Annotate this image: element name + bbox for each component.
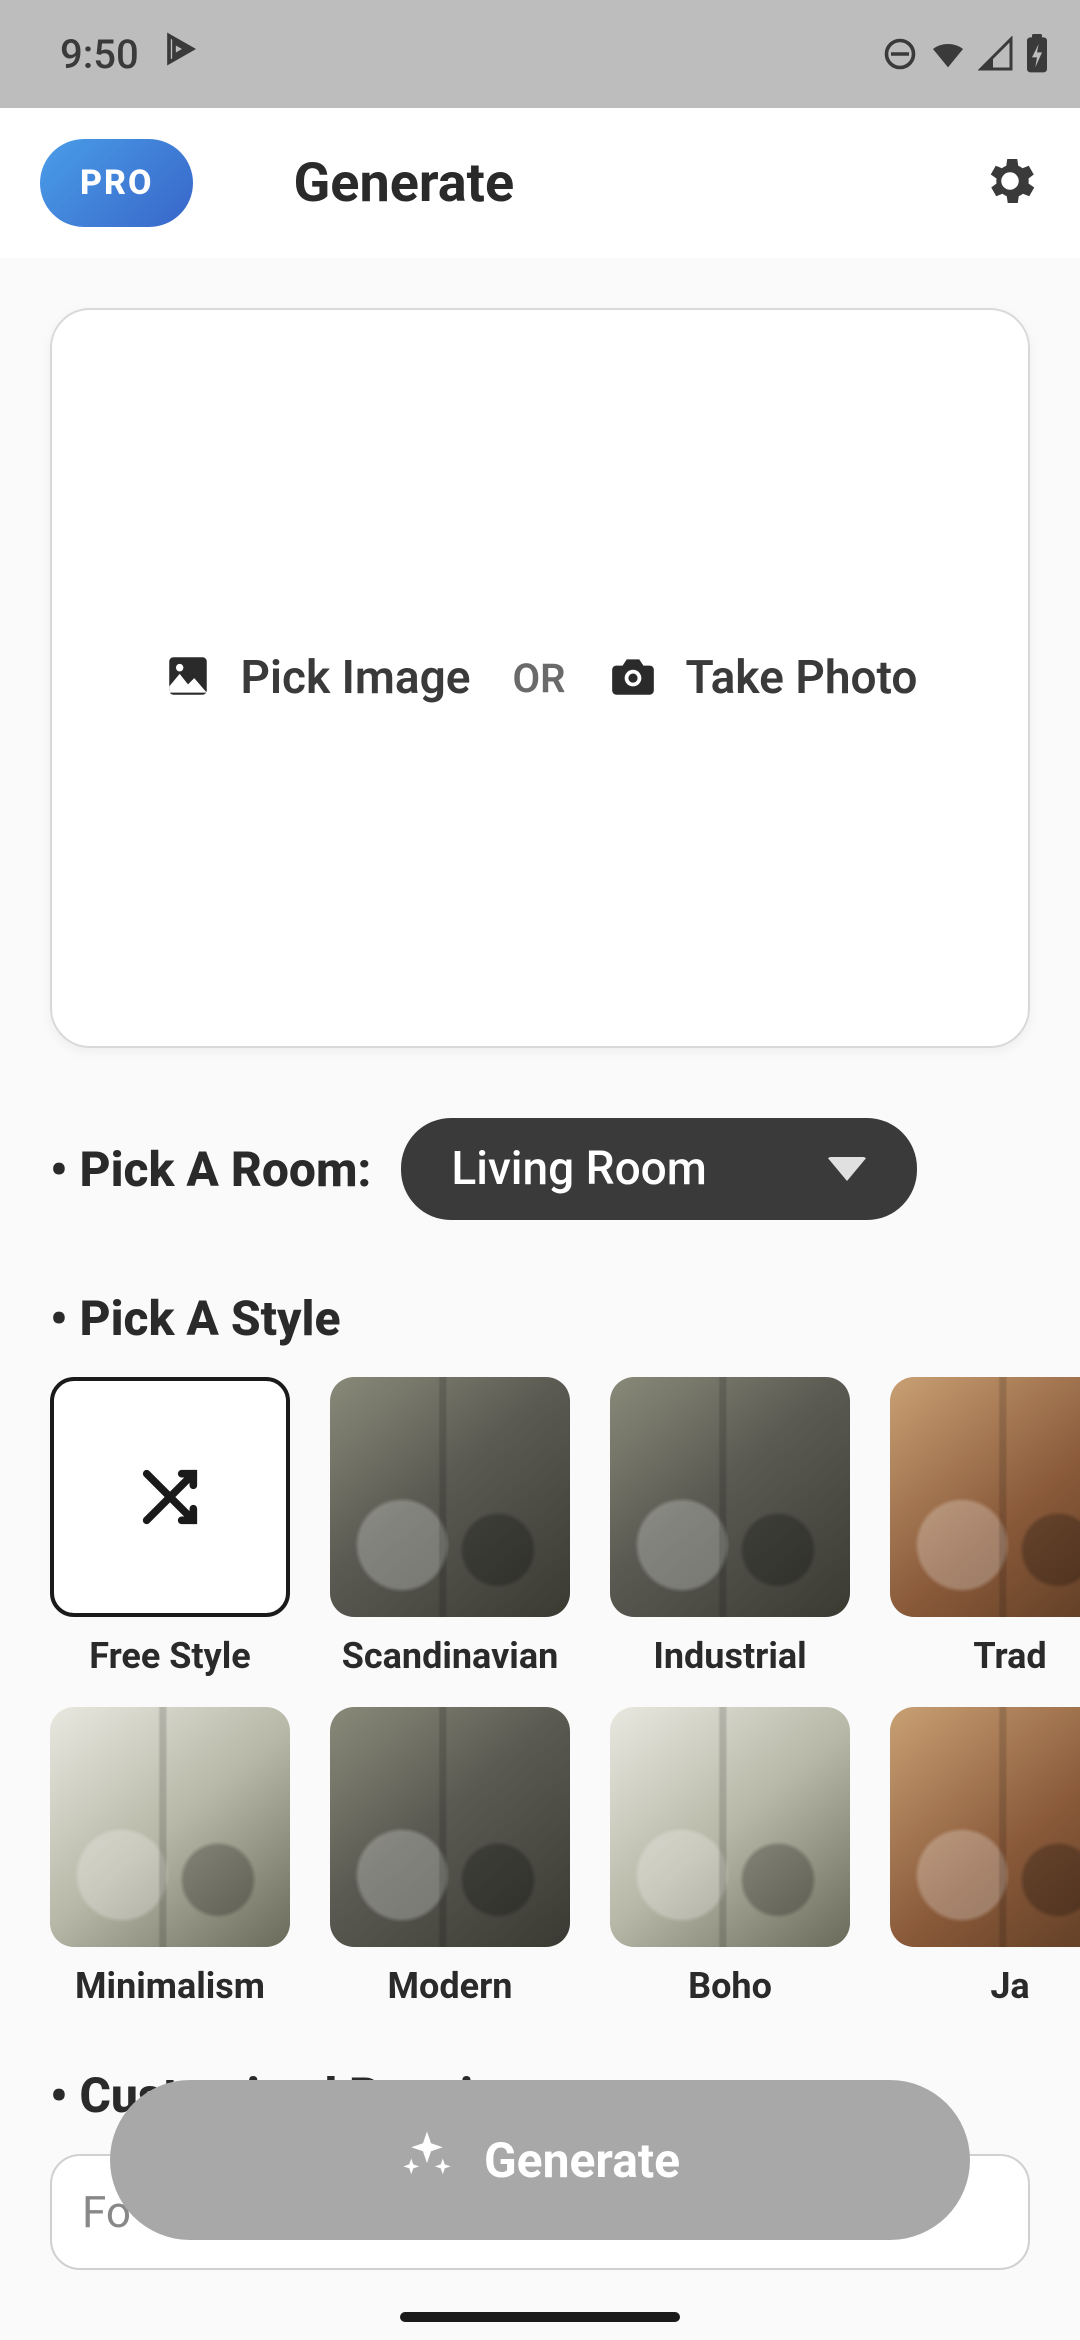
signal-icon [978,36,1014,72]
style-thumb [890,1707,1080,1947]
battery-icon [1024,34,1050,74]
pick-room-label: Pick A Room: [50,1141,371,1198]
style-item-minimalism[interactable]: Minimalism [50,1707,290,2007]
room-selected-value: Living Room [451,1142,706,1196]
generate-button[interactable]: Generate [110,2080,970,2240]
style-name: Scandinavian [342,1635,559,1677]
style-thumb [330,1707,570,1947]
take-photo-label: Take Photo [686,651,918,705]
style-thumb [610,1707,850,1947]
style-name: Boho [688,1965,772,2007]
status-bar: 9:50 [0,0,1080,108]
app-header: PRO Generate [0,108,1080,258]
style-name: Modern [388,1965,513,2007]
room-dropdown[interactable]: Living Room [401,1118,916,1220]
style-thumb [330,1377,570,1617]
or-divider: OR [513,655,566,702]
wifi-icon [928,34,968,74]
style-name: Minimalism [75,1965,265,2007]
pick-room-row: Pick A Room: Living Room [50,1118,1030,1220]
style-row-1: Free Style Scandinavian Industrial Trad [50,1377,1030,1677]
shuffle-icon [135,1462,205,1532]
style-thumb [610,1377,850,1617]
pick-image-label: Pick Image [241,651,471,705]
do-not-disturb-icon [882,36,918,72]
style-thumb [890,1377,1080,1617]
image-icon [163,651,213,705]
style-thumb [50,1377,290,1617]
page-title: Generate [293,152,514,215]
image-upload-card: Pick Image OR Take Photo [50,308,1030,1048]
style-name: Ja [990,1965,1029,2007]
style-thumb [50,1707,290,1947]
play-outline-icon [159,29,199,79]
main-content: Pick Image OR Take Photo Pick A Room: Li… [0,308,1080,2270]
settings-button[interactable] [980,151,1040,215]
nav-handle[interactable] [400,2312,680,2322]
take-photo-button[interactable]: Take Photo [608,651,918,705]
generate-label: Generate [484,2132,680,2189]
style-name: Trad [973,1635,1046,1677]
pick-style-row: Pick A Style [50,1290,1030,1347]
style-item-industrial[interactable]: Industrial [610,1377,850,1677]
status-right [882,34,1050,74]
pro-badge[interactable]: PRO [40,139,193,227]
pick-image-button[interactable]: Pick Image [163,651,471,705]
status-left: 9:50 [60,29,199,79]
pick-style-label: Pick A Style [50,1290,341,1347]
style-name: Industrial [653,1635,806,1677]
camera-icon [608,651,658,705]
style-item-traditional[interactable]: Trad [890,1377,1080,1677]
chevron-down-icon [827,1157,867,1181]
style-item-japanese[interactable]: Ja [890,1707,1080,2007]
style-item-boho[interactable]: Boho [610,1707,850,2007]
style-item-scandinavian[interactable]: Scandinavian [330,1377,570,1677]
style-row-2: Minimalism Modern Boho Ja [50,1707,1030,2007]
style-item-modern[interactable]: Modern [330,1707,570,2007]
style-item-free-style[interactable]: Free Style [50,1377,290,1677]
status-time: 9:50 [60,31,139,78]
style-name: Free Style [89,1635,250,1677]
upload-options: Pick Image OR Take Photo [163,651,918,705]
sparkle-icon [400,2127,454,2193]
gear-icon [980,151,1040,211]
